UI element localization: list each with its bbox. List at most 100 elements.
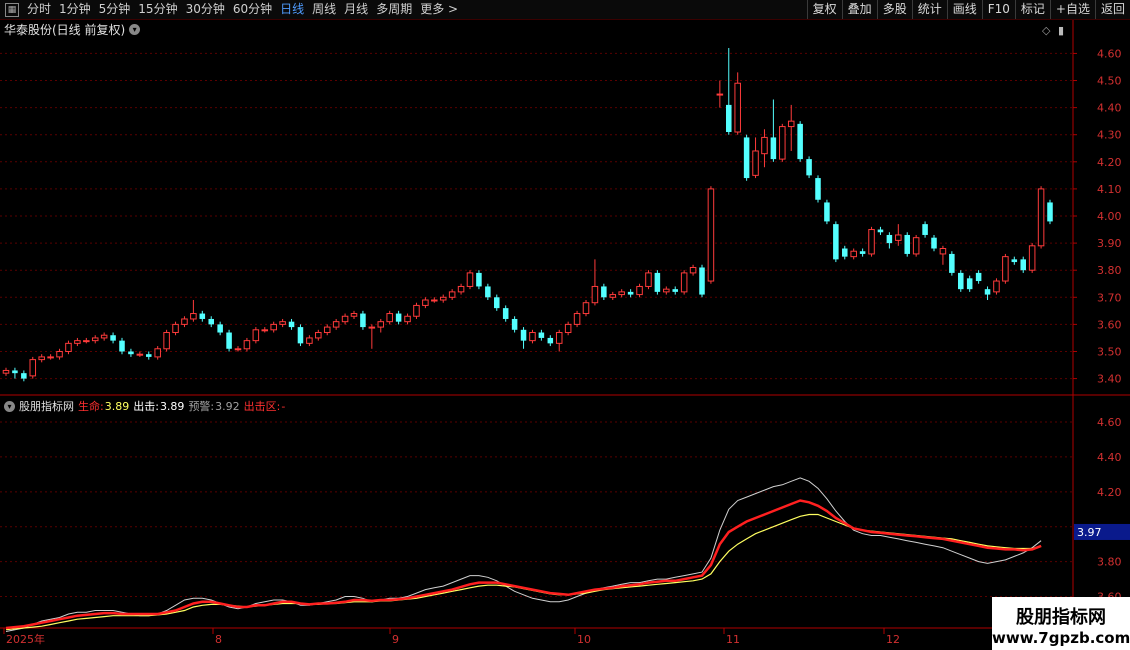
candle-up [555,332,563,344]
chevron-down-icon[interactable]: ▾ [129,24,141,35]
candle-down [859,251,866,254]
candle-up [1037,188,1045,247]
candle-up [680,272,688,293]
kline-chart[interactable]: 4.60 4.50 4.40 4.30 4.20 4.10 4.00 3.90 3.80 3.70… [0,0,1130,650]
chevron-down-icon[interactable]: ▾ [4,400,15,412]
candle-up [707,188,715,282]
candle-up [636,285,643,296]
candle-down [476,272,482,287]
indicator-title[interactable]: ▾ 股朋指标网 生命: 3.89 出击: 3.89 预警: 3.92 出击区: … [4,398,285,414]
candle-down [958,272,964,290]
candle-up [377,321,385,328]
panel-icon[interactable]: ▮ [1058,24,1064,37]
candle-down [110,335,116,341]
candle-up [779,126,786,160]
diamond-icon[interactable]: ◇ [1042,24,1050,37]
warn-label: 预警: [188,400,215,413]
candle-up [190,313,197,320]
candle-up [457,285,465,293]
candle-up [689,266,697,274]
candle-down [297,327,304,344]
candle-up [529,332,536,342]
candle-up [38,356,45,361]
date-tick-label: 12 [886,633,900,646]
price-tick-label: 3.60 [1097,318,1122,331]
zone-value: - [281,399,286,413]
indicator-tick-label: 3.80 [1097,556,1122,569]
candle-down [833,224,839,260]
candle-down [1020,259,1026,271]
date-tick-label: 9 [392,633,399,646]
out-value: 3.89 [159,399,185,413]
candle-down [494,297,500,309]
candle-down [547,337,554,344]
candle-up [341,315,349,323]
candle-up [261,329,269,332]
candle-down [520,329,527,341]
price-tick-label: 4.40 [1097,102,1122,115]
candle-up [56,350,63,358]
life-value: 3.89 [104,399,130,413]
stock-title-text: 华泰股份(日线 前复权) [4,23,126,37]
candle-down [743,137,750,179]
candle-up [609,294,617,298]
candle-up [91,337,99,342]
candle-up [895,234,902,241]
candle-up [386,313,393,323]
candle-up [850,250,857,258]
price-tick-label: 4.20 [1097,156,1122,169]
candle-down [966,278,973,290]
candle-up [368,326,376,329]
life-label: 生命: [78,400,104,413]
price-tick-label: 3.50 [1097,345,1122,358]
candle-up [74,340,81,344]
candle-up [315,332,322,339]
candle-up [279,321,286,325]
candle-down [208,318,214,325]
candle-up [404,315,411,323]
candle-up [181,318,188,325]
candle-up [47,356,54,359]
candle-up [431,299,438,302]
candle-up [573,313,581,325]
candle-up [939,248,947,255]
candle-down [502,308,509,319]
candle-down [975,272,982,282]
candle-up [734,82,741,133]
out-label: 出击: [133,400,159,413]
price-tick-label: 3.90 [1097,237,1122,250]
date-tick-label: 11 [726,633,740,646]
candle-down [815,178,821,200]
candle-down [21,373,27,379]
candle-up [645,272,652,287]
candle-down [485,286,491,298]
indicator-tick-label: 4.20 [1097,486,1122,499]
candle-down [922,224,928,235]
indicator-tick-label: 4.40 [1097,451,1122,464]
candle-up [413,304,420,317]
stock-title[interactable]: 华泰股份(日线 前复权) ▾ [4,21,141,38]
candle-up [29,359,37,377]
candle-down [672,289,678,292]
price-tick-label: 4.30 [1097,129,1122,142]
candle-down [128,351,134,355]
candle-up [83,340,90,343]
candle-down [984,289,991,295]
candle-up [422,299,429,306]
candle-up [912,237,920,255]
date-tick-label: 8 [215,633,222,646]
candle-down [146,354,152,357]
candle-down [654,272,661,292]
candle-up [136,353,144,356]
candle-up [163,332,170,350]
candle-down [395,313,402,322]
candle-down [824,202,830,222]
indicator-name: 股朋指标网 [19,400,74,413]
candle-up [752,150,759,176]
candle-down [217,324,223,333]
candle-up [306,337,313,344]
price-tick-label: 3.80 [1097,264,1122,277]
candle-down [699,267,705,295]
candle-up [761,136,768,155]
candle-down [226,332,232,349]
